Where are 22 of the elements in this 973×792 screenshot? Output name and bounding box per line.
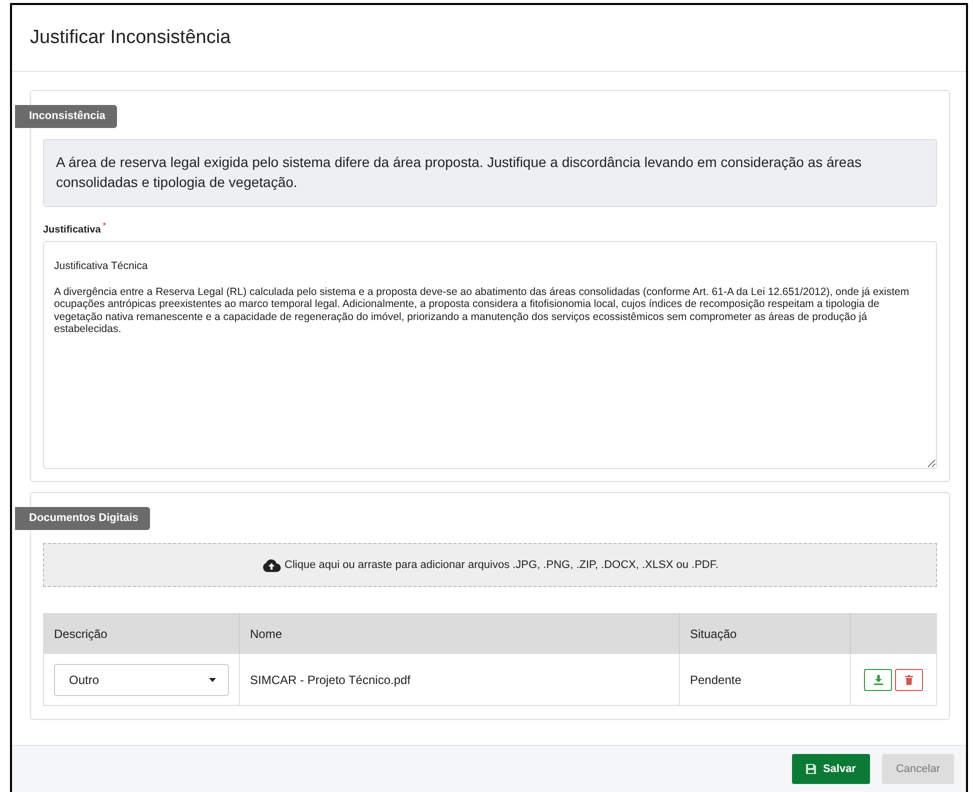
caret-icon [209,678,216,682]
table-cell: SIMCAR - Projeto Técnico.pdf [240,654,680,706]
trash-icon [905,674,913,685]
cloud-upload-icon [262,558,281,572]
column-header: Nome [240,614,680,654]
section-ribbon: Documentos Digitais [15,507,150,530]
column-header: Situação [680,614,850,654]
table-cell: Pendente [680,654,850,706]
dialog-title: Justificar Inconsistência [30,27,231,49]
column-header: Descrição [44,614,240,654]
download-button[interactable] [864,668,892,691]
justification-field[interactable]: Justificativa Técnica A divergência entre a Reserva Legal (RL) calculada pelo sistema e a proposta deve-se ao abatimento das áreas consolidadas (conforme Art. 61-A da Lei 12.651/2012), onde já existem ocupações antrópicas preexistentes ao marco temporal legal. Adicionalmente, a proposta considera a fitofisionomia local, cujos índices de recomposição respeitam a tipologia de vegetação nativa remanescente e a capacidade de regeneração do imóvel, priorizando a manutenção dos serviços ecossistêmicos sem comprometer as áreas de produção já estabelecidas. [43,241,937,470]
save-button[interactable]: Salvar [792,754,870,784]
description-select[interactable]: Outro [54,664,229,696]
dropzone-text: Clique aqui ou arraste para adicionar arquivos .JPG, .PNG, .ZIP, .DOCX, .XLSX ou .PDF. [284,559,718,572]
upload-dropzone[interactable]: Clique aqui ou arraste para adicionar arquivos .JPG, .PNG, .ZIP, .DOCX, .XLSX ou .PDF. [43,543,937,588]
required-mark: * [102,221,106,230]
section-ribbon: Inconsistência [15,105,118,128]
field-label: Justificativa [43,224,101,236]
delete-button[interactable] [895,668,923,691]
inconsistency-message: A área de reserva legal exigida pelo sistema difere da área proposta. Justifique a discordância levando em consideração as áreas consolidadas e tipologia de vegetação. [43,139,937,207]
download-icon [874,674,882,685]
